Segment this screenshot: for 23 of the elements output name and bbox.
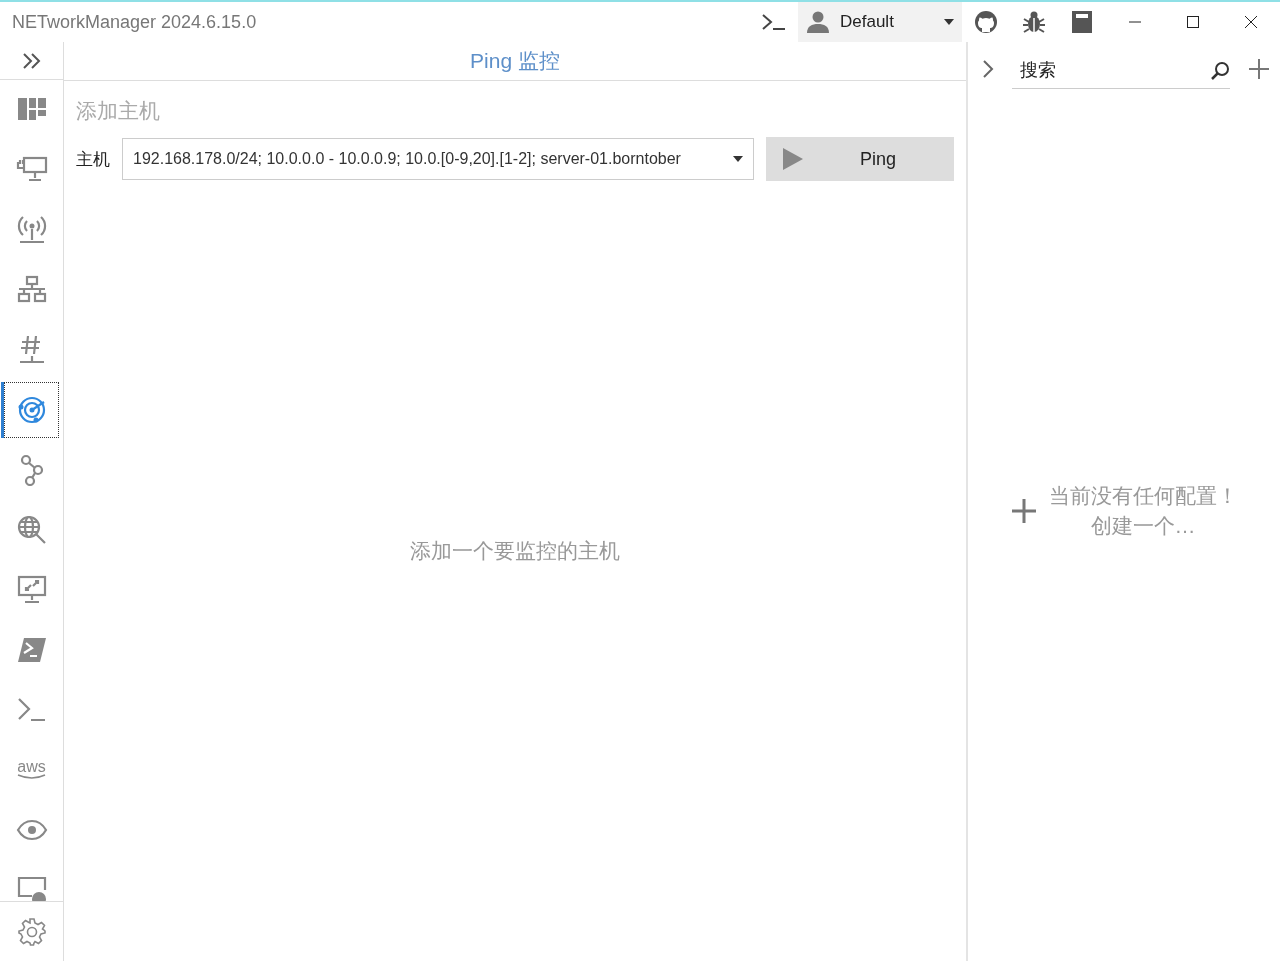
monitor-globe-icon (15, 874, 48, 901)
no-profiles-message: 当前没有任何配置！ (1048, 482, 1238, 509)
user-icon (806, 10, 830, 34)
profile-dropdown[interactable]: Default (798, 2, 962, 42)
ping-button[interactable]: Ping (766, 137, 954, 181)
host-label: 主机 (76, 148, 110, 171)
add-icon[interactable] (1010, 497, 1037, 524)
aws-logo[interactable]: aws (4, 742, 59, 798)
window-title: NETworkManager 2024.6.15.0 (12, 11, 257, 33)
close-icon (1245, 16, 1257, 28)
caret-icon (733, 156, 743, 162)
search-icon[interactable] (1210, 60, 1230, 81)
caret-icon (944, 19, 954, 25)
nav-item[interactable] (4, 382, 59, 438)
remote-desktop-icon (15, 574, 48, 606)
host-combobox[interactable]: 192.168.178.0/24; 10.0.0.0 - 10.0.0.9; 10.0.[0-9,20].[1-2]; server-01.borntober (122, 138, 754, 180)
maximize-icon (1187, 16, 1199, 28)
page-title: Ping 监控 (470, 48, 560, 74)
antenna-icon (15, 214, 48, 246)
empty-message: 添加一个要监控的主机 (410, 538, 620, 564)
section-title: 添加主机 (76, 98, 161, 124)
play-icon (782, 147, 804, 171)
globe-search-icon (15, 514, 48, 546)
